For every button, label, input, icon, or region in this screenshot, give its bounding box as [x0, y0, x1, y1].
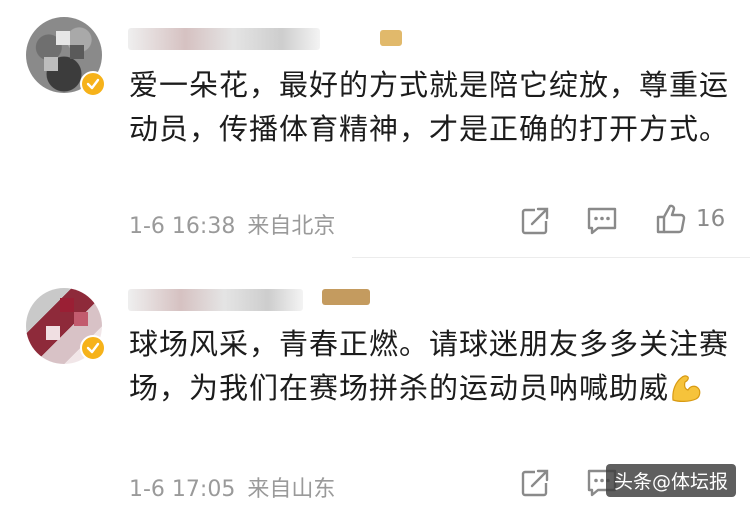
share-button[interactable]	[519, 205, 551, 237]
like-button[interactable]: 16	[654, 203, 725, 235]
comment-icon	[587, 207, 617, 235]
verified-badge-icon	[80, 71, 106, 97]
comment-text-content: 球场风采，青春正燃。请球迷朋友多多关注赛场，为我们在赛场拼杀的运动员呐喊助威	[129, 327, 730, 405]
comment-text: 球场风采，青春正燃。请球迷朋友多多关注赛场，为我们在赛场拼杀的运动员呐喊助威	[129, 322, 729, 416]
share-icon	[521, 469, 549, 497]
like-icon	[656, 204, 686, 234]
comment-time: 1-6 16:38	[129, 214, 236, 239]
comment-meta: 1-6 17:05 来自山东	[129, 471, 335, 503]
watermark: 头条@体坛报	[605, 464, 736, 497]
user-level-icon	[380, 30, 402, 46]
comment-location: 来自北京	[247, 214, 336, 239]
share-button[interactable]	[519, 467, 551, 499]
flexed-biceps-emoji	[669, 370, 703, 416]
comment-item: 爱一朵花，最好的方式就是陪它绽放，尊重运动员，传播体育精神，才是正确的打开方式。…	[0, 0, 750, 253]
divider	[352, 257, 750, 258]
comment-text: 爱一朵花，最好的方式就是陪它绽放，尊重运动员，传播体育精神，才是正确的打开方式。	[129, 68, 730, 146]
like-count: 16	[696, 206, 726, 232]
share-icon	[521, 207, 549, 235]
username-redacted[interactable]	[128, 28, 320, 50]
username-redacted[interactable]	[128, 289, 303, 311]
comment-button[interactable]	[586, 206, 618, 236]
user-level-icon	[322, 289, 370, 305]
comment-meta: 1-6 16:38 来自北京	[129, 208, 335, 240]
verified-badge-icon	[80, 335, 106, 361]
comment-location: 来自山东	[247, 477, 336, 502]
comment-time: 1-6 17:05	[129, 477, 236, 502]
